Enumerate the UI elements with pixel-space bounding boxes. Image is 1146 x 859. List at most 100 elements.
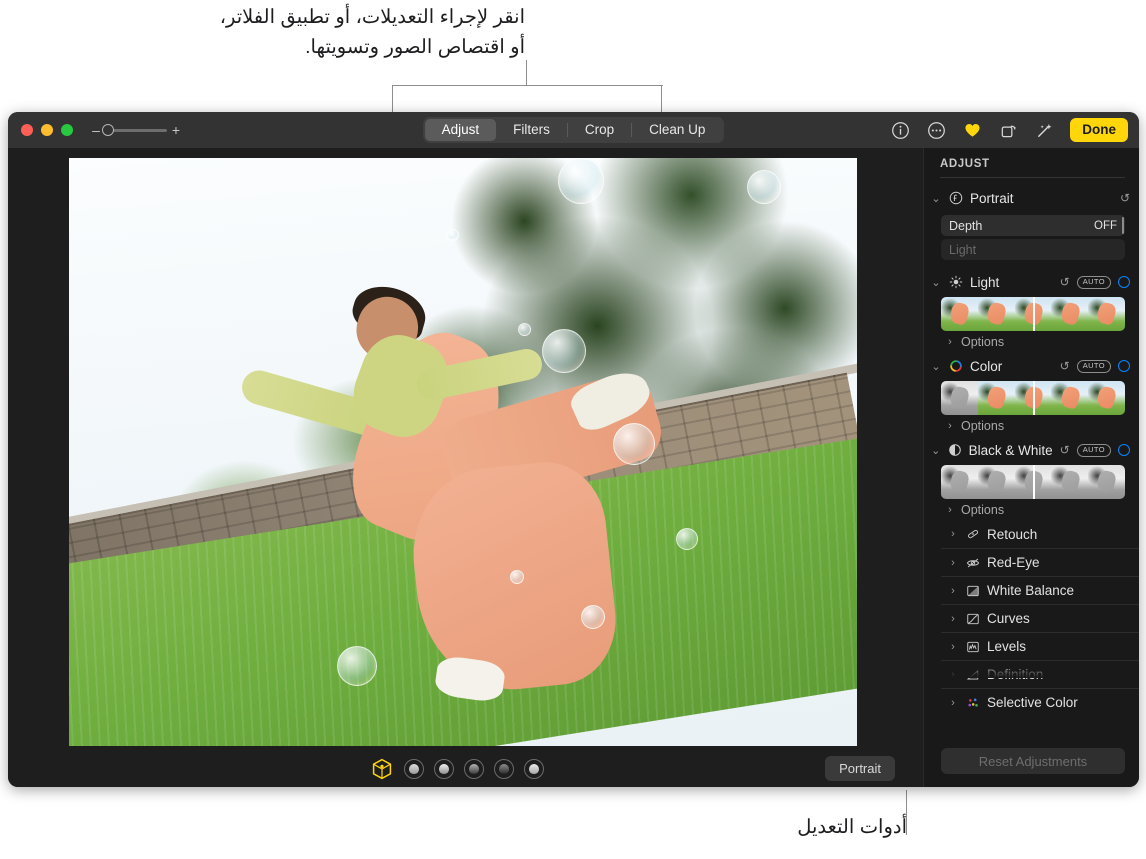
slider-handle[interactable] — [1121, 217, 1124, 234]
tab-clean-up[interactable]: Clean Up — [632, 119, 722, 141]
zoom-slider-knob[interactable] — [102, 124, 114, 136]
chevron-down-icon[interactable]: ⌄ — [931, 276, 941, 289]
section-curves[interactable]: › Curves — [941, 604, 1139, 632]
section-label: Color — [970, 358, 1003, 374]
studio-light-icon[interactable] — [404, 758, 424, 779]
section-retouch[interactable]: › Retouch — [941, 520, 1139, 548]
reset-icon[interactable]: ↺ — [1060, 443, 1070, 457]
section-selective-color[interactable]: › Selective Color — [941, 688, 1139, 716]
auto-badge[interactable]: AUTO — [1076, 275, 1111, 289]
chevron-down-icon[interactable]: ⌄ — [931, 192, 941, 205]
filmstrip-playhead[interactable] — [1033, 465, 1035, 499]
toggle-ring[interactable] — [1118, 360, 1130, 372]
zoom-slider[interactable]: – + — [91, 122, 181, 138]
section-controls[interactable]: ↺ AUTO — [1060, 275, 1139, 289]
section-black-and-white[interactable]: ⌄ Black & White ↺ AUTO — [924, 436, 1139, 464]
filmstrip-thumb[interactable] — [1051, 297, 1089, 331]
tab-adjust[interactable]: Adjust — [424, 119, 497, 141]
section-levels[interactable]: › Levels — [941, 632, 1139, 660]
lighting-mode-list[interactable] — [370, 757, 544, 781]
tab-filters[interactable]: Filters — [496, 119, 567, 141]
stage-light-mono-icon[interactable] — [494, 758, 514, 779]
chevron-right-icon[interactable]: › — [948, 528, 958, 540]
rotate-icon[interactable] — [998, 120, 1018, 140]
section-portrait[interactable]: ⌄ Portrait ↺ — [924, 184, 1139, 212]
natural-light-cube-icon[interactable] — [370, 757, 394, 781]
filmstrip-thumb[interactable] — [1088, 465, 1125, 499]
light-options[interactable]: › Options — [924, 331, 1139, 352]
filmstrip-thumb[interactable] — [977, 381, 1015, 415]
photo-canvas[interactable] — [8, 148, 923, 750]
filmstrip-thumb[interactable] — [977, 297, 1015, 331]
filmstrip-thumb[interactable] — [941, 465, 978, 499]
chevron-down-icon[interactable]: ⌄ — [931, 444, 940, 457]
panel-scroll-area[interactable]: ⌄ Portrait ↺ Depth OFF Light ⌄ Light ↺ A… — [924, 184, 1139, 724]
filmstrip-thumb[interactable] — [1088, 297, 1125, 331]
contour-light-icon[interactable] — [434, 758, 454, 779]
minimize-button[interactable] — [41, 124, 53, 136]
enhance-wand-icon[interactable] — [1034, 120, 1054, 140]
done-button[interactable]: Done — [1070, 118, 1128, 142]
chevron-right-icon[interactable]: › — [948, 697, 958, 709]
chevron-right-icon[interactable]: › — [948, 585, 958, 597]
chevron-right-icon[interactable]: › — [948, 557, 958, 569]
slider-depth[interactable]: Depth OFF — [941, 215, 1125, 236]
chevron-right-icon[interactable]: › — [948, 641, 958, 653]
zoom-in-icon[interactable]: + — [171, 122, 181, 138]
toolbar: – + Adjust Filters Crop Clean Up Done — [8, 112, 1139, 148]
filmstrip-playhead[interactable] — [1033, 297, 1035, 331]
edited-photo[interactable] — [69, 158, 857, 746]
chevron-right-icon[interactable]: › — [948, 613, 958, 625]
chevron-right-icon[interactable]: › — [945, 336, 955, 348]
window-controls[interactable] — [21, 124, 73, 136]
bw-options[interactable]: › Options — [924, 499, 1139, 520]
filmstrip-thumb[interactable] — [941, 297, 978, 331]
filmstrip-thumb[interactable] — [1051, 381, 1089, 415]
filmstrip-playhead[interactable] — [1033, 381, 1035, 415]
white-balance-icon — [965, 583, 980, 598]
zoom-out-icon[interactable]: – — [91, 122, 101, 138]
section-white-balance[interactable]: › White Balance — [941, 576, 1139, 604]
color-filmstrip[interactable] — [941, 381, 1125, 415]
reset-icon[interactable]: ↺ — [1120, 191, 1130, 205]
chevron-right-icon[interactable]: › — [945, 420, 955, 432]
more-options-icon[interactable] — [926, 120, 946, 140]
chevron-right-icon[interactable]: › — [945, 504, 955, 516]
editor-mode-tabs[interactable]: Adjust Filters Crop Clean Up — [422, 117, 725, 143]
tab-crop[interactable]: Crop — [568, 119, 631, 141]
reset-icon[interactable]: ↺ — [1060, 359, 1070, 373]
bw-filmstrip[interactable] — [941, 465, 1125, 499]
reset-adjustments-button[interactable]: Reset Adjustments — [941, 748, 1125, 774]
auto-badge[interactable]: AUTO — [1076, 359, 1111, 373]
high-key-light-mono-icon[interactable] — [524, 758, 544, 779]
zoom-slider-track[interactable] — [102, 124, 167, 136]
toggle-ring[interactable] — [1118, 276, 1130, 288]
section-controls[interactable]: ↺ AUTO — [1060, 359, 1139, 373]
section-red-eye[interactable]: › Red-Eye — [941, 548, 1139, 576]
favorite-heart-icon[interactable] — [962, 120, 982, 140]
retouch-bandage-icon — [965, 527, 980, 542]
section-color[interactable]: ⌄ Color ↺ AUTO — [924, 352, 1139, 380]
bubble — [336, 646, 377, 687]
portrait-mode-badge[interactable]: Portrait — [825, 756, 895, 781]
close-button[interactable] — [21, 124, 33, 136]
chevron-down-icon[interactable]: ⌄ — [931, 360, 941, 373]
section-light[interactable]: ⌄ Light ↺ AUTO — [924, 268, 1139, 296]
filmstrip-thumb[interactable] — [1088, 381, 1125, 415]
info-icon[interactable] — [890, 120, 910, 140]
filmstrip-thumb[interactable] — [1051, 465, 1089, 499]
color-options[interactable]: › Options — [924, 415, 1139, 436]
light-filmstrip[interactable] — [941, 297, 1125, 331]
portrait-f-icon — [948, 191, 963, 206]
filmstrip-thumb[interactable] — [941, 381, 978, 415]
stage-light-icon[interactable] — [464, 758, 484, 779]
bubble — [581, 604, 606, 629]
toolbar-actions: Done — [890, 118, 1128, 142]
reset-icon[interactable]: ↺ — [1060, 275, 1070, 289]
section-controls[interactable]: ↺ — [1120, 191, 1139, 205]
filmstrip-thumb[interactable] — [977, 465, 1015, 499]
maximize-button[interactable] — [61, 124, 73, 136]
auto-badge[interactable]: AUTO — [1076, 443, 1111, 457]
toggle-ring[interactable] — [1118, 444, 1130, 456]
section-controls[interactable]: ↺ AUTO — [1060, 443, 1139, 457]
